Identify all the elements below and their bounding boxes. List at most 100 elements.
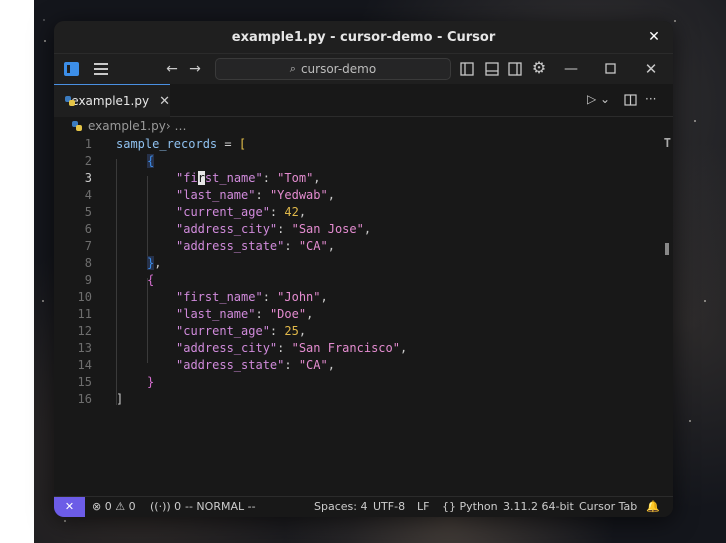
code-editor[interactable]: 1 sample_records = [ 2 { 3 "first_name":… [54,136,673,497]
command-center-search[interactable]: ⌕ cursor-demo [215,58,451,80]
token: , [298,324,307,338]
token: "Yedwab" [269,188,328,202]
window-title: example1.py - cursor-demo - Cursor [231,29,496,45]
minimap-text-icon[interactable]: T [664,136,671,150]
breadcrumb-file[interactable]: example1.py [88,119,166,133]
split-editor-icon[interactable] [624,94,637,106]
toggle-secondary-sidebar-icon[interactable] [508,62,526,76]
remote-icon: ✕ [64,500,75,513]
scrollbar-thumb[interactable] [665,243,669,255]
line-number: 13 [77,341,92,355]
breadcrumb: example1.py › … [54,116,673,136]
line-number: 2 [84,154,92,168]
token: "address_state" [176,239,285,253]
token: "address_city" [176,341,278,355]
close-icon[interactable]: ✕ [642,60,660,78]
text-cursor: r [197,171,205,185]
minimize-icon[interactable]: — [562,60,580,78]
token: = [217,137,239,151]
maximize-icon[interactable] [605,63,623,75]
token: , [320,290,328,304]
toggle-primary-sidebar-icon[interactable] [460,62,478,76]
token: , [298,205,307,219]
ports-indicator[interactable]: ((·)) 0 [150,500,181,513]
remote-indicator[interactable]: ✕ [54,497,85,517]
toolbar: ← → ⌕ cursor-demo ⚙ — ✕ [54,53,673,84]
token: "last_name" [176,188,256,202]
python-interpreter[interactable]: 3.11.2 64-bit [503,500,574,513]
token: [ [238,137,247,151]
code-line: 2 { [54,153,654,170]
token: "current_age" [176,324,270,338]
python-file-icon [72,121,82,131]
gear-icon[interactable]: ⚙ [530,59,548,77]
token: "address_city" [176,222,278,236]
more-actions-icon[interactable]: ··· [645,92,656,106]
token: "Doe" [269,307,307,321]
tab-example1-py[interactable]: example1.py ✕ [54,84,170,117]
run-python-icon[interactable]: ▷ ⌄ [587,92,610,106]
tab-bar: example1.py ✕ ▷ ⌄ ··· [54,84,673,117]
token: "San Francisco" [291,341,400,355]
token: : [269,324,285,338]
eol-setting[interactable]: LF [417,500,429,513]
token: , [327,188,335,202]
line-number: 4 [84,188,92,202]
line-number: 15 [77,375,92,389]
language-mode[interactable]: {} Python [442,500,498,513]
breadcrumb-separator[interactable]: › … [166,119,187,133]
token: "current_age" [176,205,270,219]
line-number: 16 [77,392,92,406]
cursor-logo-icon[interactable] [64,62,79,76]
search-label: cursor-demo [300,62,377,76]
token: "first_name" [176,290,263,304]
back-arrow-icon[interactable]: ← [163,60,181,78]
close-window-icon[interactable]: ✕ [645,28,663,46]
line-number: 5 [84,205,92,219]
code-line: 8 }, [54,255,654,272]
menu-icon[interactable] [94,63,108,78]
token: "last_name" [176,307,256,321]
token: : [255,188,270,202]
token: { [147,273,155,287]
token: st_name" [204,171,263,185]
token: "fi [176,171,198,185]
notifications-bell-icon[interactable]: 🔔 [646,500,660,513]
code-line: 12 "current_age": 25, [54,323,654,340]
token: : [284,239,299,253]
code-line: 5 "current_age": 42, [54,204,654,221]
line-number: 11 [77,307,92,321]
forward-arrow-icon[interactable]: → [186,60,204,78]
token: { [147,154,155,168]
token: "Tom" [277,171,314,185]
token: , [327,239,335,253]
token: : [284,358,299,372]
token: , [363,222,372,236]
code-line: 1 sample_records = [ [54,136,654,153]
problems-indicator[interactable]: ⊗ 0 ⚠ 0 [92,500,136,513]
token: ] [116,392,124,406]
code-line: 10 "first_name": "John", [54,289,654,306]
line-number: 14 [77,358,92,372]
token: : [255,307,270,321]
line-number: 1 [84,137,92,151]
token: , [327,358,335,372]
indentation-setting[interactable]: Spaces: 4 [314,500,367,513]
token: sample_records [116,137,218,151]
code-line: 16 ] [54,391,654,408]
desktop-edge [0,0,34,543]
tab-close-icon[interactable]: ✕ [159,94,170,109]
title-bar: example1.py - cursor-demo - Cursor ✕ [54,21,673,53]
line-number: 7 [84,239,92,253]
token: : [262,290,278,304]
encoding-setting[interactable]: UTF-8 [373,500,405,513]
line-number: 3 [84,171,92,185]
token: , [313,171,321,185]
token: 42 [284,205,299,219]
editor-window: example1.py - cursor-demo - Cursor ✕ ← →… [54,21,673,517]
token: } [147,375,155,389]
token: : [277,222,292,236]
toggle-panel-icon[interactable] [485,62,503,76]
cursor-tab-toggle[interactable]: Cursor Tab [579,500,637,513]
code-line: 9 { [54,272,654,289]
